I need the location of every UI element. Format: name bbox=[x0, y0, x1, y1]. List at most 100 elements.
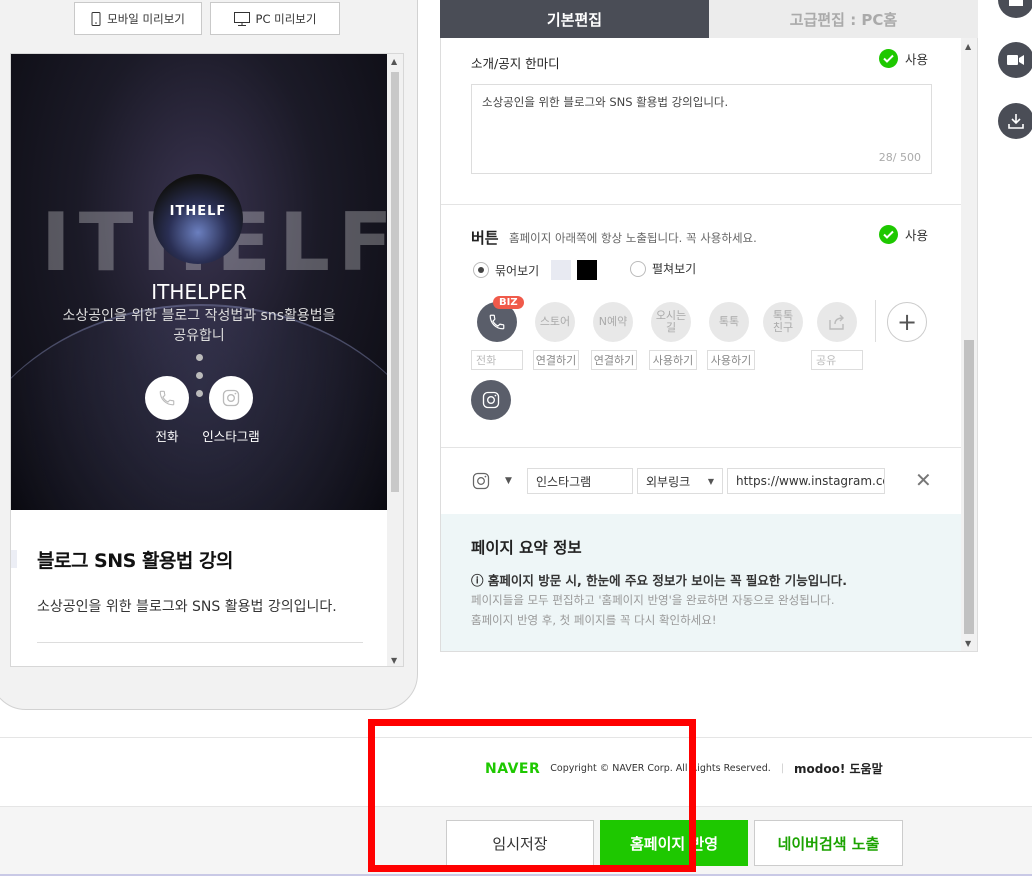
button-section-subtitle: 홈페이지 아래쪽에 항상 노출됩니다. 꼭 사용하세요. bbox=[509, 231, 757, 245]
service-store[interactable]: 스토어 bbox=[533, 302, 577, 342]
intro-text: 소상공인을 위한 블로그와 SNS 활용법 강의입니다. bbox=[482, 95, 729, 109]
naver-search-expose-button[interactable]: 네이버검색 노출 bbox=[754, 820, 903, 866]
divider bbox=[0, 737, 1032, 738]
service-label-directions[interactable]: 사용하기 bbox=[649, 350, 697, 370]
scrollbar-thumb[interactable] bbox=[391, 72, 399, 492]
hero-action-instagram[interactable]: 인스타그램 bbox=[201, 376, 261, 445]
radio-selected[interactable] bbox=[473, 262, 489, 278]
service-label-phone: 전화 bbox=[471, 350, 523, 370]
radio-spread-option[interactable]: 펼쳐보기 bbox=[630, 260, 696, 277]
hero-action-label: 전화 bbox=[155, 429, 179, 444]
intro-textarea[interactable]: 소상공인을 위한 블로그와 SNS 활용법 강의입니다. 28/ 500 bbox=[471, 84, 932, 174]
service-talktalk-friend[interactable]: 톡톡친구 bbox=[761, 302, 805, 342]
mobile-preview-button[interactable]: 모바일 미리보기 bbox=[74, 2, 202, 35]
mobile-preview-label: 모바일 미리보기 bbox=[107, 11, 185, 26]
service-label-nreserve[interactable]: 연결하기 bbox=[591, 350, 637, 370]
separator: | bbox=[780, 763, 785, 774]
chevron-down-icon[interactable]: ▼ bbox=[497, 476, 527, 486]
close-icon[interactable]: ✕ bbox=[915, 468, 932, 492]
radio-group-label: 묶어보기 bbox=[495, 263, 540, 278]
service-label-store[interactable]: 연결하기 bbox=[533, 350, 579, 370]
link-name-field[interactable]: 인스타그램 bbox=[527, 468, 633, 494]
tab-advanced-edit[interactable]: 고급편집 : PC홈 bbox=[709, 0, 978, 38]
instagram-icon[interactable] bbox=[471, 471, 497, 491]
scrollbar-thumb[interactable] bbox=[964, 340, 974, 634]
monitor-icon bbox=[233, 11, 250, 26]
editor-tabs: 기본편집 고급편집 : PC홈 bbox=[440, 0, 978, 38]
service-label-talktalk[interactable]: 사용하기 bbox=[707, 350, 755, 370]
service-label-share: 공유 bbox=[811, 350, 863, 370]
store-icon[interactable] bbox=[998, 0, 1032, 18]
chevron-up-icon[interactable]: ︿ bbox=[194, 657, 204, 666]
talktalk-icon: 톡톡 bbox=[709, 302, 749, 342]
radio-unselected[interactable] bbox=[630, 260, 646, 277]
check-icon bbox=[879, 225, 898, 244]
link-url-field[interactable]: https://www.instagram.com/i bbox=[727, 468, 885, 494]
radio-spread-label: 펼쳐보기 bbox=[652, 262, 697, 276]
summary-info: ⓘ 홈페이지 방문 시, 한눈에 주요 정보가 보이는 꼭 필요한 기능입니다. bbox=[471, 573, 848, 588]
help-link[interactable]: modoo! 도움말 bbox=[794, 760, 883, 777]
phone-icon bbox=[145, 376, 189, 420]
link-type-value: 외부링크 bbox=[646, 474, 691, 489]
summary-title: 페이지 요약 정보 bbox=[471, 539, 582, 557]
summary-note: 홈페이지 반영 후, 첫 페이지를 꼭 다시 확인하세요! bbox=[471, 613, 717, 627]
pc-preview-label: PC 미리보기 bbox=[255, 11, 317, 26]
footer-copyright: NAVER Copyright © NAVER Corp. All Rights… bbox=[485, 760, 883, 777]
intro-section-label: 소개/공지 한마디 bbox=[471, 56, 560, 71]
brand-name: ITHELPER bbox=[151, 280, 247, 304]
service-nreserve[interactable]: N예약 bbox=[591, 302, 635, 342]
button-use-toggle[interactable]: 사용 bbox=[879, 225, 928, 244]
directions-icon: 오시는길 bbox=[651, 302, 691, 342]
link-row: ▼ 인스타그램 외부링크 ▼ https://www.instagram.com… bbox=[471, 468, 885, 494]
instagram-icon bbox=[209, 376, 253, 420]
button-section-title: 버튼 bbox=[471, 229, 499, 247]
hero-section: ITHELF ITHELF ITHELPER 소상공인을 위한 블로그 작성법과… bbox=[11, 54, 387, 510]
link-type-select[interactable]: 외부링크 ▼ bbox=[637, 468, 723, 494]
summary-note: 페이지들을 모두 편집하고 '홈페이지 반영'을 완료하면 자동으로 완성됩니다… bbox=[471, 593, 835, 607]
brand-logo: ITHELF bbox=[153, 174, 243, 264]
temporary-save-button[interactable]: 임시저장 bbox=[446, 820, 594, 866]
service-talktalk[interactable]: 톡톡 bbox=[707, 302, 751, 342]
tab-basic-edit[interactable]: 기본편집 bbox=[440, 0, 709, 38]
post-title: 블로그 SNS 활용법 강의 bbox=[37, 550, 233, 572]
radio-group-option[interactable]: 묶어보기 bbox=[473, 260, 598, 280]
divider bbox=[875, 300, 876, 342]
biz-badge: BIZ bbox=[493, 296, 524, 309]
video-icon[interactable] bbox=[998, 42, 1032, 78]
pc-preview-button[interactable]: PC 미리보기 bbox=[210, 2, 340, 35]
brand-description: 소상공인을 위한 블로그 작성법과 sns활용법을 공유합니 bbox=[62, 308, 336, 344]
editor-scrollbar[interactable]: ▲ ▼ bbox=[961, 38, 977, 651]
hero-action-label: 인스타그램 bbox=[202, 429, 260, 444]
mobile-icon bbox=[91, 11, 101, 26]
naver-logo[interactable]: NAVER bbox=[485, 761, 540, 777]
scroll-up-arrow-icon[interactable]: ▲ bbox=[391, 57, 397, 66]
editor-panel: 소개/공지 한마디 사용 소상공인을 위한 블로그와 SNS 활용법 강의입니다… bbox=[440, 38, 978, 652]
divider bbox=[37, 642, 363, 643]
intro-use-toggle[interactable]: 사용 bbox=[879, 49, 928, 68]
chevron-down-icon: ▼ bbox=[707, 476, 714, 486]
download-icon[interactable] bbox=[998, 103, 1032, 139]
preview-scrollbar[interactable]: ▲ ▼ bbox=[387, 54, 403, 666]
post-description: 소상공인을 위한 블로그와 SNS 활용법 강의입니다. bbox=[37, 599, 337, 615]
add-button[interactable]: + bbox=[887, 302, 927, 342]
scroll-down-arrow-icon[interactable]: ▼ bbox=[391, 656, 397, 665]
page-summary-section: 페이지 요약 정보 ⓘ 홈페이지 방문 시, 한눈에 주요 정보가 보이는 꼭 … bbox=[441, 514, 963, 651]
share-icon bbox=[817, 302, 857, 342]
divider bbox=[441, 447, 963, 448]
instagram-icon[interactable] bbox=[471, 380, 511, 420]
use-label: 사용 bbox=[905, 228, 929, 243]
color-swatch-black[interactable] bbox=[577, 260, 598, 280]
logo-text: ITHELF bbox=[169, 204, 227, 219]
scroll-down-arrow-icon[interactable]: ▼ bbox=[965, 639, 971, 648]
scroll-up-arrow-icon[interactable]: ▲ bbox=[965, 42, 971, 51]
hero-action-phone[interactable]: 전화 bbox=[137, 376, 197, 445]
publish-homepage-button[interactable]: 홈페이지 반영 bbox=[600, 820, 748, 866]
color-swatch-light[interactable] bbox=[551, 260, 572, 280]
talktalk-friend-icon: 톡톡친구 bbox=[763, 302, 803, 342]
bottom-action-bar: 임시저장 홈페이지 반영 네이버검색 노출 bbox=[0, 806, 1032, 876]
reservation-icon: N예약 bbox=[593, 302, 633, 342]
store-icon: 스토어 bbox=[535, 302, 575, 342]
char-counter: 28/ 500 bbox=[878, 151, 921, 164]
service-share[interactable] bbox=[815, 302, 859, 342]
service-directions[interactable]: 오시는길 bbox=[649, 302, 693, 342]
